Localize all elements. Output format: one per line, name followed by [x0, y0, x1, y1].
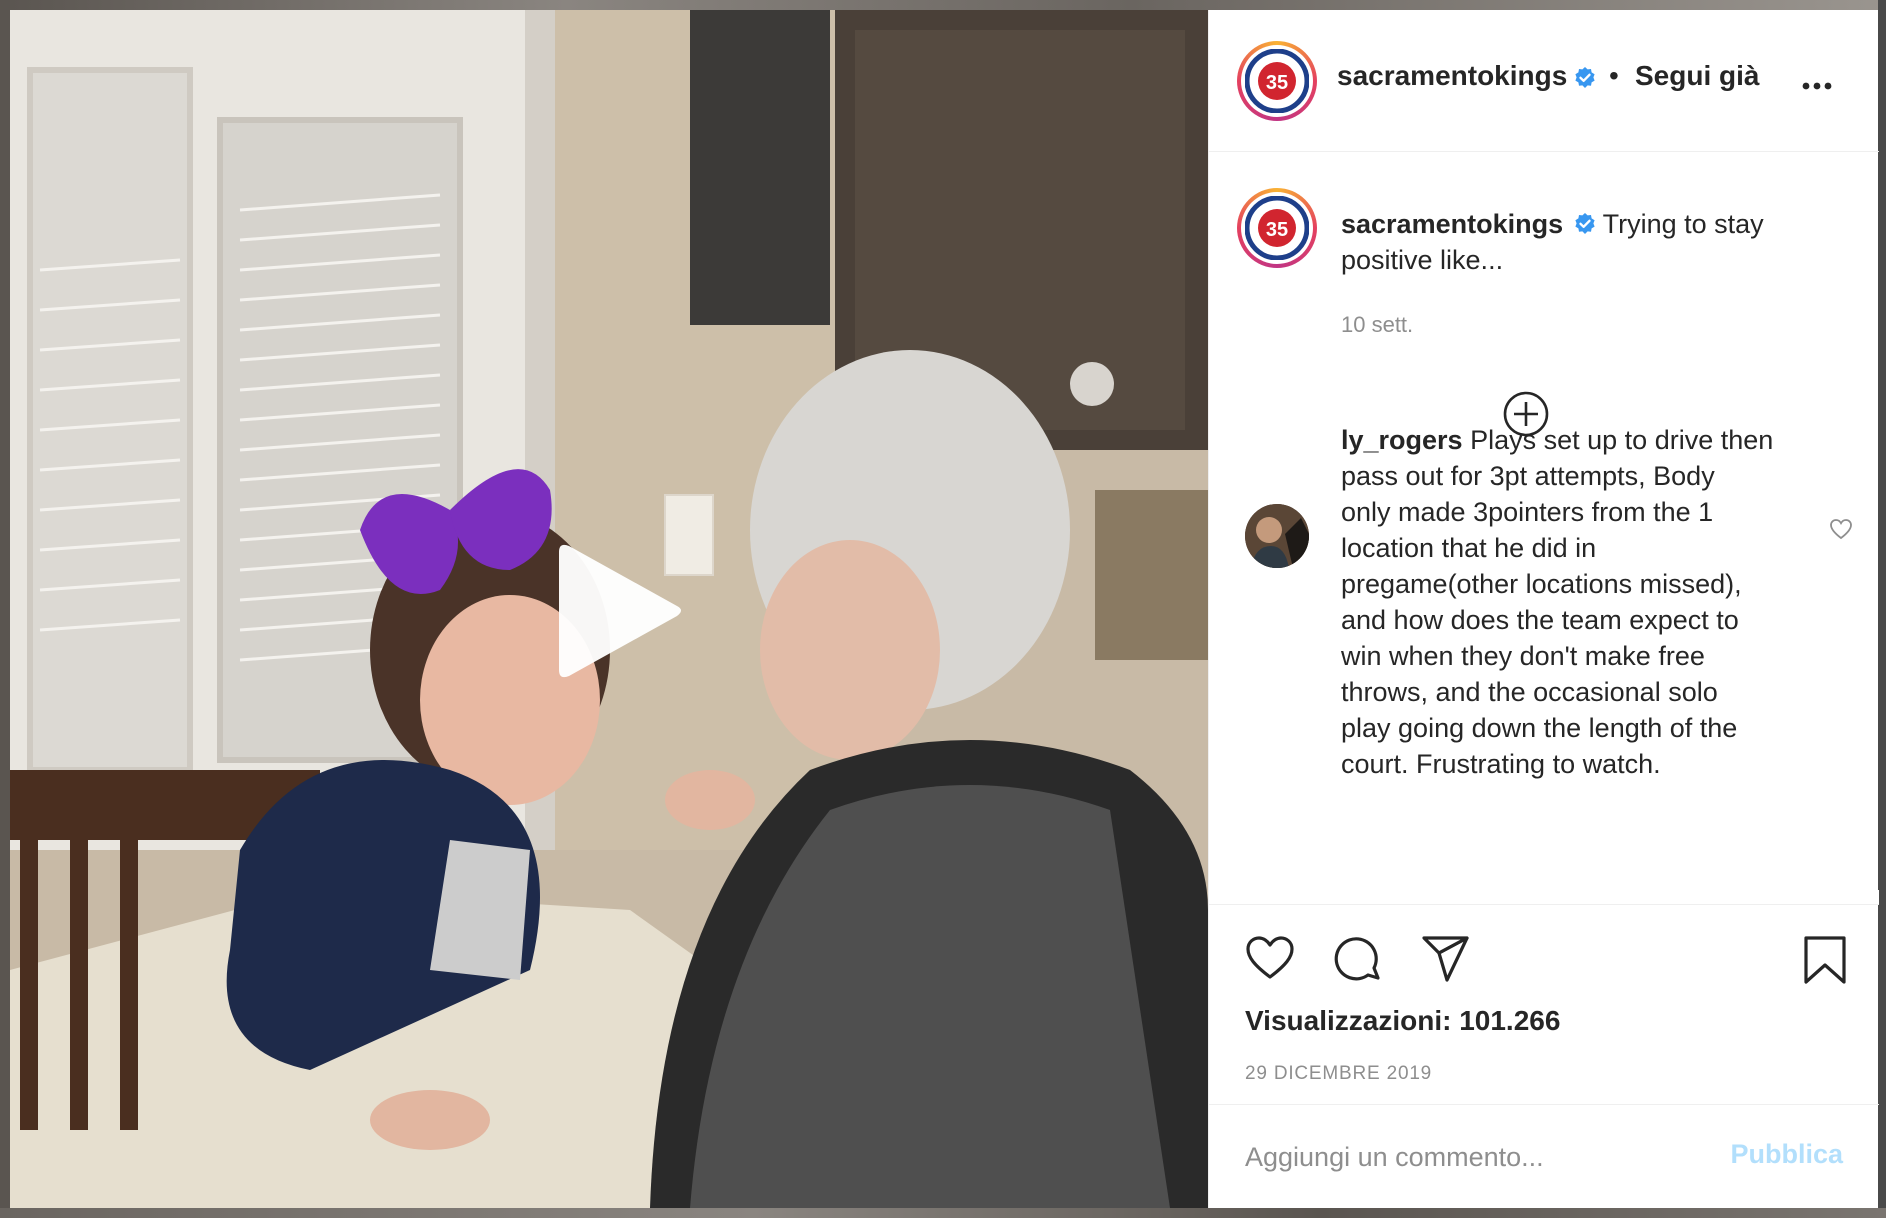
caption-username[interactable]: sacramentokings — [1341, 209, 1563, 239]
comment-line-6: win when they don't make free — [1341, 641, 1705, 671]
bookmark-icon[interactable] — [1803, 935, 1847, 985]
post-modal: 35 sacramentokings • Segui già 35 sacram… — [10, 10, 1879, 1208]
backdrop-right — [1878, 0, 1886, 1218]
following-button[interactable]: Segui già — [1635, 60, 1759, 92]
comment-line-3: location that he did in — [1341, 533, 1597, 563]
publish-button[interactable]: Pubblica — [1730, 1139, 1843, 1170]
caption-text: Trying to stay — [1602, 209, 1764, 239]
commenter-avatar[interactable] — [1245, 504, 1309, 568]
kings-logo-icon: 35 — [1245, 196, 1309, 260]
comment-line-1: pass out for 3pt attempts, Body — [1341, 461, 1715, 491]
avatar-logo: 35 — [1241, 45, 1313, 117]
comments-list: 35 sacramentokings Trying to stay positi… — [1209, 152, 1879, 904]
comment-line-9: court. Frustrating to watch. — [1341, 749, 1661, 779]
caption: sacramentokings Trying to stay — [1341, 206, 1861, 242]
comment-input[interactable] — [1245, 1135, 1715, 1179]
caption-avatar-logo: 35 — [1241, 192, 1313, 264]
video-player[interactable] — [10, 10, 1208, 1208]
post-date[interactable]: 29 DICEMBRE 2019 — [1245, 1063, 1432, 1085]
comments-fade — [1209, 890, 1879, 904]
comment-line-7: throws, and the occasional solo — [1341, 677, 1718, 707]
account-avatar[interactable]: 35 — [1237, 41, 1317, 121]
comment-username[interactable]: ly_rogers — [1341, 425, 1463, 455]
verified-badge-icon — [1575, 213, 1595, 234]
play-icon[interactable] — [555, 540, 685, 680]
caption-text-line2: positive like... — [1341, 245, 1504, 275]
caption-logo-number: 35 — [1266, 219, 1288, 241]
comment-icon[interactable] — [1333, 935, 1383, 985]
share-icon[interactable] — [1421, 935, 1471, 983]
add-comment-bar: Pubblica — [1209, 1104, 1879, 1208]
heart-icon[interactable] — [1245, 935, 1295, 981]
backdrop-bottom — [0, 1208, 1886, 1218]
caption-time[interactable]: 10 sett. — [1341, 312, 1413, 338]
verified-badge-icon — [1575, 67, 1595, 88]
logo-number: 35 — [1266, 72, 1288, 94]
kings-logo-icon: 35 — [1245, 49, 1309, 113]
comment-line-2: only made 3pointers from the 1 — [1341, 497, 1714, 527]
header-username[interactable]: sacramentokings — [1337, 60, 1567, 92]
backdrop-left — [0, 0, 10, 1218]
comment-line-4: pregame(other locations missed), — [1341, 569, 1742, 599]
comment-line-8: play going down the length of the — [1341, 713, 1738, 743]
post-header: 35 sacramentokings • Segui già — [1209, 10, 1879, 152]
views-count[interactable]: Visualizzazioni: 101.266 — [1245, 1005, 1560, 1037]
commenter-photo — [1245, 504, 1309, 568]
backdrop-top — [0, 0, 1886, 10]
comment-line-0: ly_rogers Plays set up to drive then — [1341, 422, 1861, 458]
post-actions: Visualizzazioni: 101.266 29 DICEMBRE 201… — [1209, 904, 1879, 1104]
comment-line-5: and how does the team expect to — [1341, 605, 1739, 635]
caption-avatar[interactable]: 35 — [1237, 188, 1317, 268]
comment-text-first: Plays set up to drive then — [1470, 425, 1774, 455]
more-options-icon[interactable] — [1801, 80, 1833, 92]
post-sidebar: 35 sacramentokings • Segui già 35 sacram… — [1208, 10, 1879, 1208]
separator-dot: • — [1609, 60, 1619, 91]
comment-heart-icon[interactable] — [1829, 518, 1853, 540]
